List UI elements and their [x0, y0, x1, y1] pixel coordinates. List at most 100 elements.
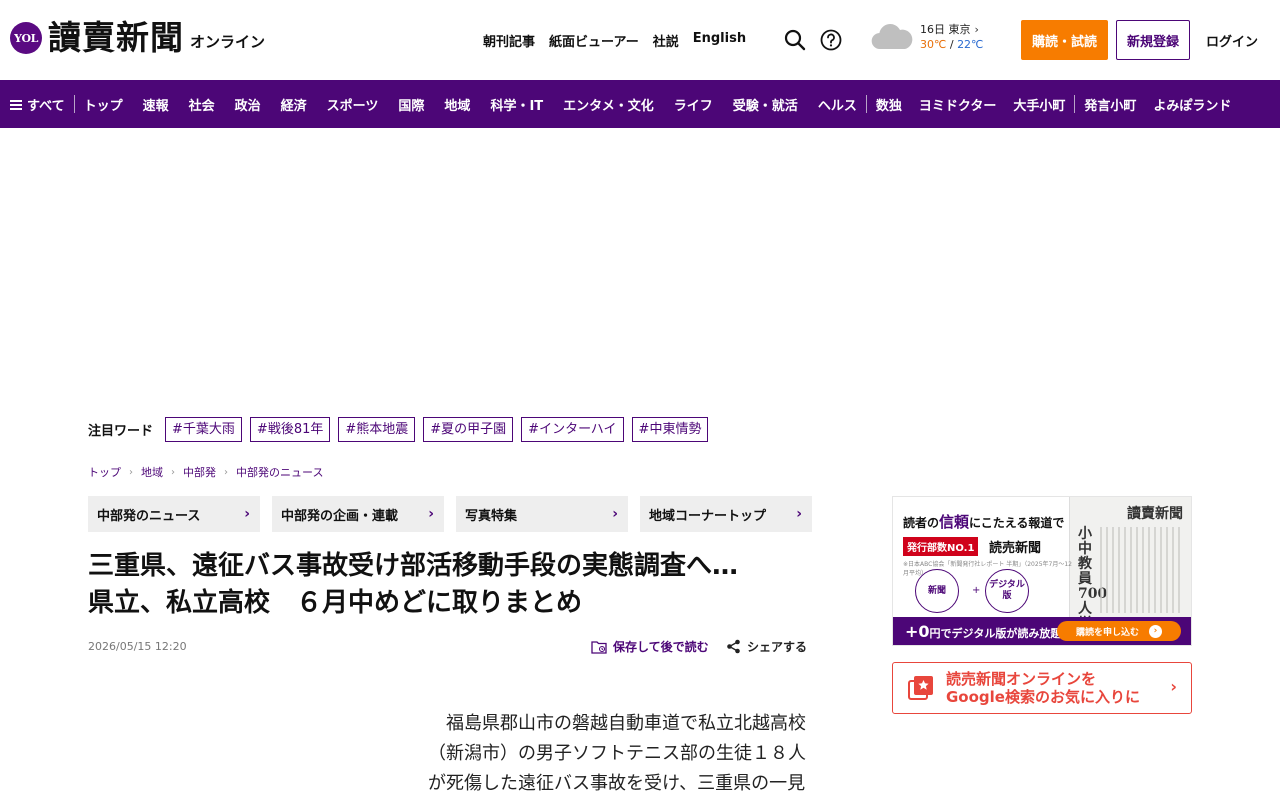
nav-item-category-5[interactable]: スポーツ — [327, 95, 379, 114]
promo-bar-rest: 円でデジタル版が読み放題！ — [929, 627, 1073, 640]
subtab-chubu-news[interactable]: 中部発のニュース › — [88, 496, 260, 532]
chevron-right-icon: › — [244, 506, 250, 522]
site-header: YOL 讀賣新聞 オンライン 朝刊記事 紙面ビューアー 社説 English 1… — [0, 0, 1280, 80]
link-paper-viewer[interactable]: 紙面ビューアー — [549, 31, 639, 50]
breadcrumb-chubu[interactable]: 中部発 — [183, 464, 216, 480]
chevron-right-icon: › — [612, 506, 618, 522]
share-icon — [727, 639, 740, 654]
logo-subtitle: オンライン — [190, 32, 266, 51]
help-icon[interactable] — [819, 28, 843, 52]
nav-item-category-1[interactable]: 速報 — [143, 95, 169, 114]
promo-headline-em: 信頼 — [939, 513, 970, 531]
chevron-right-icon: › — [1170, 677, 1177, 696]
breadcrumb: トップ › 地域 › 中部発 › 中部発のニュース — [88, 464, 323, 480]
share-label: シェアする — [747, 640, 808, 654]
trending-label: 注目ワード — [88, 424, 154, 439]
headline-line-2: 県立、私立高校 ６月中めどに取りまとめ — [88, 588, 583, 618]
trending-words: 注目ワード #千葉大雨 #戦後81年 #熊本地震 #夏の甲子園 #インターハイ … — [88, 417, 716, 442]
link-editorial[interactable]: 社説 — [653, 31, 679, 50]
chevron-right-icon: › — [1149, 624, 1162, 638]
temp-separator: / — [946, 38, 958, 51]
section-subnav: 中部発のニュース › 中部発の企画・連載 › 写真特集 › 地域コーナートップ › — [88, 496, 812, 532]
weather-date-city: 16日 東京 — [920, 23, 971, 36]
trending-tag[interactable]: #戦後81年 — [249, 417, 331, 442]
chevron-right-icon: › — [224, 466, 228, 478]
temp-low: 22℃ — [957, 38, 984, 51]
nav-divider — [865, 95, 867, 113]
apply-subscription-button[interactable]: 購読を申し込む › — [1057, 621, 1181, 641]
logo-title: 讀賣新聞 — [48, 18, 184, 57]
search-icon[interactable] — [783, 28, 807, 52]
breadcrumb-chubu-news[interactable]: 中部発のニュース — [236, 464, 323, 480]
cloud-icon — [871, 24, 913, 50]
yol-badge: YOL — [10, 22, 42, 54]
subscription-promo-banner[interactable]: 讀賣新聞 小中教員700人増 読者の信頼にこたえる報道で 発行部数NO.1 読売… — [892, 496, 1192, 646]
nav-group-services: 数独 ヨミドクター 大手小町 — [876, 95, 1066, 114]
chevron-right-icon: › — [796, 506, 802, 522]
trending-tag[interactable]: #千葉大雨 — [165, 417, 242, 442]
breadcrumb-region[interactable]: 地域 — [141, 464, 163, 480]
nav-item-all[interactable]: すべて — [10, 95, 65, 114]
nav-item-category-8[interactable]: 科学・IT — [490, 95, 543, 114]
nav-item-category-6[interactable]: 国際 — [398, 95, 424, 114]
chevron-right-icon: › — [428, 506, 434, 522]
subtab-region-top[interactable]: 地域コーナートップ › — [640, 496, 812, 532]
nav-item-category-4[interactable]: 経済 — [281, 95, 307, 114]
article-headline: 三重県、遠征バス事故受け部活移動手段の実態調査へ… 県立、私立高校 ６月中めどに… — [88, 548, 812, 622]
promo-brand: 読売新聞 — [989, 541, 1042, 556]
newspaper-circle: 新聞 — [915, 569, 959, 613]
bookmark-star-icon — [908, 676, 933, 700]
article-timestamp: 2026/05/15 12:20 — [88, 640, 187, 653]
google-favorite-banner[interactable]: 読売新聞オンラインを Google検索のお気に入りに › — [892, 662, 1192, 714]
breadcrumb-top[interactable]: トップ — [88, 464, 121, 480]
google-banner-text: 読売新聞オンラインを Google検索のお気に入りに — [946, 670, 1140, 706]
subscribe-button[interactable]: 購読・試読 — [1021, 20, 1108, 60]
nav-item-service-1[interactable]: ヨミドクター — [919, 95, 996, 114]
temp-high: 30℃ — [920, 38, 947, 51]
google-banner-line-1: 読売新聞オンラインを — [946, 670, 1097, 688]
subtab-chubu-series[interactable]: 中部発の企画・連載 › — [272, 496, 444, 532]
nav-item-category-2[interactable]: 社会 — [189, 95, 215, 114]
trending-tag[interactable]: #中東情勢 — [631, 417, 709, 442]
site-logo[interactable]: YOL 讀賣新聞 オンライン — [10, 18, 265, 58]
nav-item-category-9[interactable]: エンタメ・文化 — [563, 95, 654, 114]
paper-text-lines — [1100, 527, 1183, 613]
subtab-label: 中部発のニュース — [97, 508, 201, 524]
nav-item-category-12[interactable]: ヘルス — [818, 95, 857, 114]
save-for-later-button[interactable]: 保存して後で読む — [591, 638, 709, 655]
register-button[interactable]: 新規登録 — [1116, 20, 1190, 60]
chevron-right-icon: › — [129, 466, 133, 478]
plus-sign: + — [972, 585, 981, 596]
nav-item-category-7[interactable]: 地域 — [444, 95, 470, 114]
nav-item-community-0[interactable]: 発言小町 — [1084, 95, 1136, 114]
weather-widget[interactable]: 16日 東京 › 30℃ / 22℃ — [870, 22, 983, 52]
login-button[interactable]: ログイン — [1206, 31, 1258, 50]
circulation-badge: 発行部数NO.1 — [903, 537, 979, 556]
save-label: 保存して後で読む — [613, 640, 709, 654]
nav-group-community: 発言小町 よみぽランド — [1084, 95, 1231, 114]
nav-item-category-10[interactable]: ライフ — [674, 95, 713, 114]
nav-item-service-0[interactable]: 数独 — [876, 95, 902, 114]
header-links: 朝刊記事 紙面ビューアー 社説 English — [483, 31, 760, 50]
trending-tag[interactable]: #インターハイ — [521, 417, 624, 442]
nav-divider — [1074, 95, 1076, 113]
link-morning-edition[interactable]: 朝刊記事 — [483, 31, 535, 50]
trending-tag[interactable]: #熊本地震 — [338, 417, 416, 442]
nav-item-category-3[interactable]: 政治 — [235, 95, 261, 114]
chevron-right-icon: › — [974, 23, 979, 36]
nav-item-category-11[interactable]: 受験・就活 — [733, 95, 798, 114]
article-body: 福島県郡山市の磐越自動車道で私立北越高校（新潟市）の男子ソフトテニス部の生徒１８… — [428, 713, 806, 794]
nav-item-community-1[interactable]: よみぽランド — [1153, 95, 1231, 114]
nav-item-service-2[interactable]: 大手小町 — [1013, 95, 1065, 114]
promo-bar: +0円でデジタル版が読み放題！ 購読を申し込む › — [893, 617, 1191, 645]
link-english[interactable]: English — [693, 31, 746, 50]
nav-item-category-0[interactable]: トップ — [84, 95, 123, 114]
category-nav: すべて トップ 速報 社会 政治 経済 スポーツ 国際 地域 科学・IT エンタメ・文化 ライフ 受験… — [0, 80, 1280, 128]
ad-space — [0, 128, 1280, 408]
share-button[interactable]: シェアする — [726, 638, 807, 655]
promo-bar-text: +0円でデジタル版が読み放題！ — [905, 622, 1072, 641]
subtab-photo-feature[interactable]: 写真特集 › — [456, 496, 628, 532]
trending-tag[interactable]: #夏の甲子園 — [423, 417, 514, 442]
nav-divider — [73, 95, 75, 113]
promo-bar-big: +0 — [905, 622, 930, 641]
